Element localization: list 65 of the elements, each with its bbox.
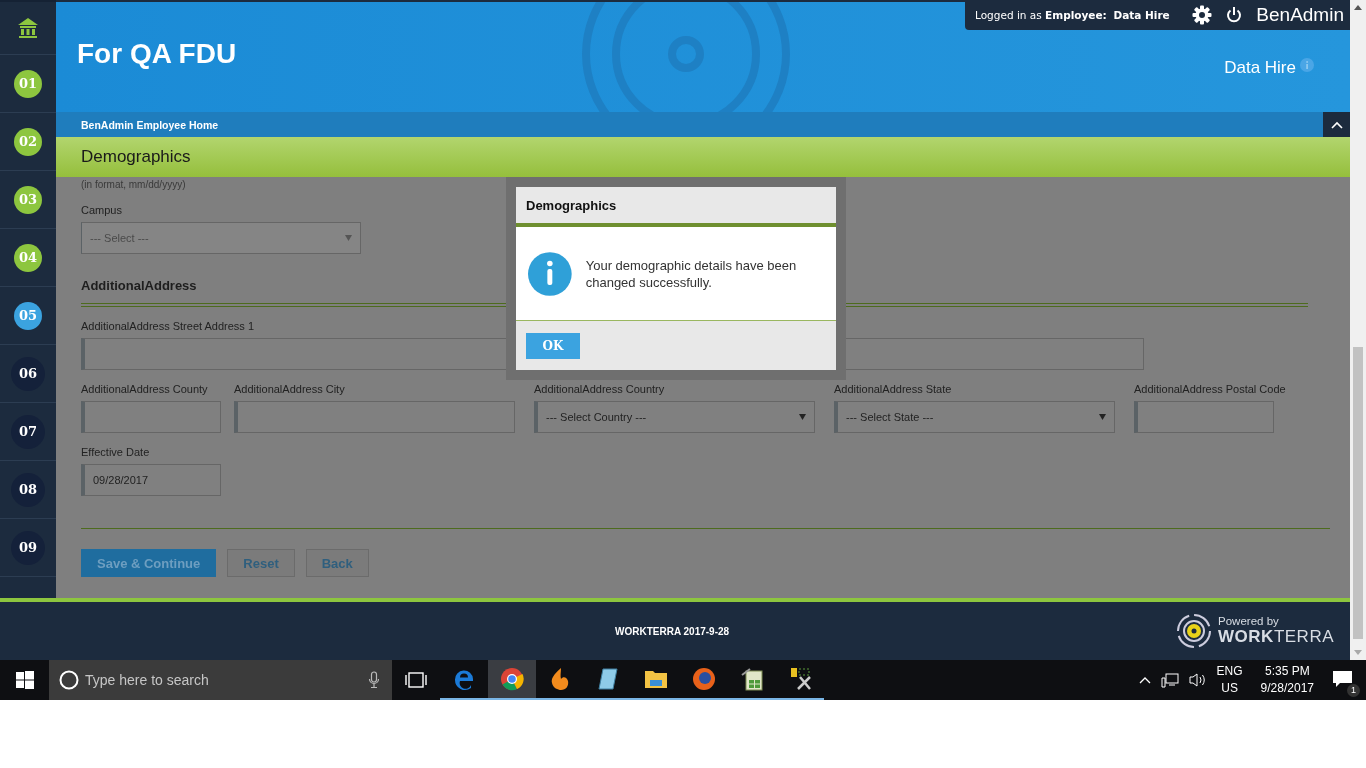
language-indicator[interactable]: ENG US [1216, 663, 1243, 697]
tools-icon [788, 667, 812, 691]
company-title: For QA FDU [76, 37, 237, 71]
windows-start-icon[interactable] [15, 671, 34, 689]
caret-down-icon [799, 414, 806, 420]
step-number[interactable]: 05 [14, 301, 42, 330]
caret-down-icon [345, 235, 352, 241]
info-icon [528, 251, 572, 296]
caret-down-icon [1099, 414, 1106, 420]
input-field[interactable] [81, 401, 221, 433]
settings-icon[interactable] [1192, 5, 1213, 25]
collapse-button[interactable] [1323, 112, 1350, 137]
input-field[interactable]: 09/28/2017 [81, 464, 221, 496]
field-label: Campus [81, 204, 122, 217]
flame-icon [549, 667, 571, 691]
notepad-icon [597, 667, 619, 691]
field-label: AdditionalAddress Street Address 1 [81, 320, 255, 333]
task-view-icon[interactable] [405, 672, 427, 688]
browser-icon [692, 667, 716, 691]
dialog-message: Your demographic details have been changed successfully. [585, 256, 798, 291]
microphone-icon[interactable] [368, 671, 380, 689]
step-number[interactable]: 07 [11, 414, 45, 449]
brand-name: WORKTERRA [1218, 627, 1334, 647]
field-label: AdditionalAddress City [234, 383, 345, 396]
step-number[interactable]: 08 [11, 472, 45, 507]
dropdown-field[interactable]: --- Select Country --- [534, 401, 815, 433]
scrollbar[interactable] [1350, 0, 1366, 660]
notification-icon[interactable] [1332, 669, 1354, 688]
section-title: Demographics [81, 147, 191, 167]
browser-icon [500, 667, 524, 691]
user-name: Data Hire [1224, 58, 1296, 78]
powered-by-text: Powered by [1218, 615, 1280, 627]
date-format-hint: (in format, mm/dd/yyyy) [81, 179, 186, 190]
spreadsheet-icon [740, 667, 764, 691]
dialog-title: Demographics [516, 187, 836, 227]
taskbar-app-button[interactable] [488, 660, 536, 700]
clock[interactable]: 5:35 PM 9/28/2017 [1260, 663, 1314, 697]
input-field[interactable] [1134, 401, 1274, 433]
taskbar-search-field[interactable]: Type here to search [49, 660, 392, 700]
chevron-up-icon[interactable] [1138, 676, 1151, 684]
scroll-up-icon[interactable] [1354, 4, 1362, 10]
dropdown-field[interactable]: --- Select State --- [834, 401, 1115, 433]
field-label: Effective Date [81, 446, 150, 459]
login-status: Logged in as Employee: Data Hire [975, 9, 1171, 21]
folder-icon [644, 669, 668, 689]
chevron-up-icon [1330, 120, 1343, 129]
home-icon[interactable] [17, 17, 39, 39]
ok-button[interactable]: OK [526, 332, 580, 359]
volume-icon[interactable] [1188, 672, 1207, 688]
power-icon[interactable] [1226, 6, 1243, 24]
field-label: AdditionalAddress Postal Code [1134, 383, 1286, 396]
logo-icon [1176, 613, 1213, 649]
section-heading: AdditionalAddress [81, 278, 197, 293]
step-number[interactable]: 06 [11, 356, 45, 391]
breadcrumb-link[interactable]: BenAdmin Employee Home [56, 118, 219, 131]
app-name: BenAdmin [1256, 4, 1344, 26]
search-icon [59, 670, 79, 690]
network-icon[interactable] [1160, 672, 1179, 688]
footer-text: WORKTERRA 2017-9-28 [615, 625, 730, 637]
field-label: AdditionalAddress County [81, 383, 208, 396]
notification-count: 1 [1347, 683, 1360, 697]
input-field[interactable] [234, 401, 515, 433]
step-number[interactable]: 09 [11, 530, 45, 565]
field-label: AdditionalAddress State [834, 383, 952, 396]
field-label: AdditionalAddress Country [534, 383, 665, 396]
